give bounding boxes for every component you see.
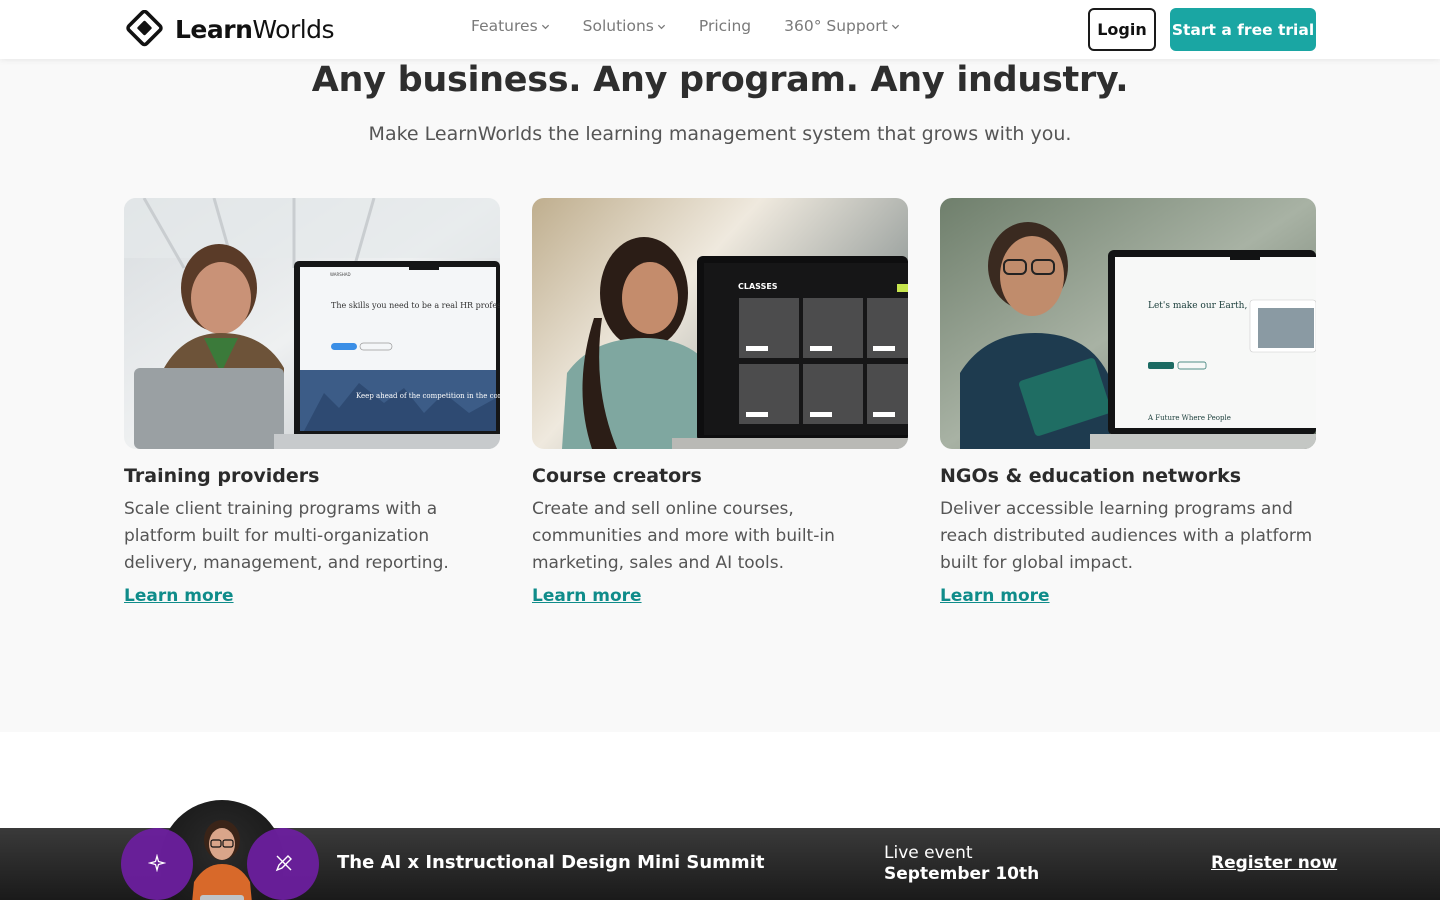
screen-heading: CLASSES <box>738 282 778 291</box>
card-ngos-education: Let's make our Earth, Green & Clean A Fu… <box>940 198 1316 606</box>
register-now-link[interactable]: Register now <box>1211 853 1337 873</box>
screen-heading: The skills you need to be a real HR prof… <box>331 301 500 310</box>
nav-pricing-label: Pricing <box>698 17 752 35</box>
logo-icon <box>126 10 163 47</box>
nav-features[interactable]: Features <box>471 17 550 35</box>
event-date: September 10th <box>884 864 1040 884</box>
course-creators-image: CLASSES <box>532 198 908 449</box>
nav-features-label: Features <box>471 17 538 35</box>
card-description: Scale client training programs with a pl… <box>124 499 449 573</box>
card-title: Training providers <box>124 465 320 487</box>
chevron-down-icon <box>657 24 665 29</box>
training-providers-image: The skills you need to be a real HR prof… <box>124 198 500 449</box>
start-free-trial-button[interactable]: Start a free trial <box>1170 8 1316 51</box>
card-course-creators: CLASSES Course creators Create and sell … <box>532 198 908 606</box>
screen-brand: WARSHAD <box>330 272 351 277</box>
card-title: Course creators <box>532 465 702 487</box>
learn-more-link[interactable]: Learn more <box>940 586 1050 606</box>
nav-solutions[interactable]: Solutions <box>583 17 666 35</box>
logo[interactable]: LearnWorlds <box>124 10 335 49</box>
learn-more-link[interactable]: Learn more <box>124 586 234 606</box>
chevron-down-icon <box>541 24 549 29</box>
sparkle-icon <box>148 854 166 872</box>
card-training-providers: The skills you need to be a real HR prof… <box>124 198 500 606</box>
event-title: The AI x Instructional Design Mini Summi… <box>337 852 765 873</box>
login-button[interactable]: Login <box>1088 8 1156 51</box>
nav-pricing[interactable]: Pricing <box>699 17 751 35</box>
nav-solutions-label: Solutions <box>582 17 654 35</box>
logo-wordmark: LearnWorlds <box>175 15 335 44</box>
chevron-down-icon <box>891 24 899 29</box>
card-description: Create and sell online courses, communit… <box>532 499 835 573</box>
screen-footer: A Future Where People <box>1147 414 1231 422</box>
event-type: Live event <box>884 843 973 863</box>
screen-footer: Keep ahead of the competition in the cor… <box>356 392 500 400</box>
site-header: LearnWorlds Features Solutions Pricing 3… <box>0 0 1440 59</box>
nav-support-label: 360° Support <box>784 17 888 35</box>
card-description: Deliver accessible learning programs and… <box>940 499 1313 573</box>
pencil-ruler-icon <box>275 855 292 872</box>
learn-more-link[interactable]: Learn more <box>532 586 642 606</box>
ngos-education-image: Let's make our Earth, Green & Clean A Fu… <box>940 198 1316 449</box>
card-title: NGOs & education networks <box>940 465 1242 487</box>
page-title: Any business. Any program. Any industry. <box>311 60 1129 100</box>
nav-support[interactable]: 360° Support <box>784 17 900 35</box>
main-nav: Features Solutions Pricing 360° Support <box>471 17 900 35</box>
page-subtitle: Make LearnWorlds the learning management… <box>368 123 1072 145</box>
